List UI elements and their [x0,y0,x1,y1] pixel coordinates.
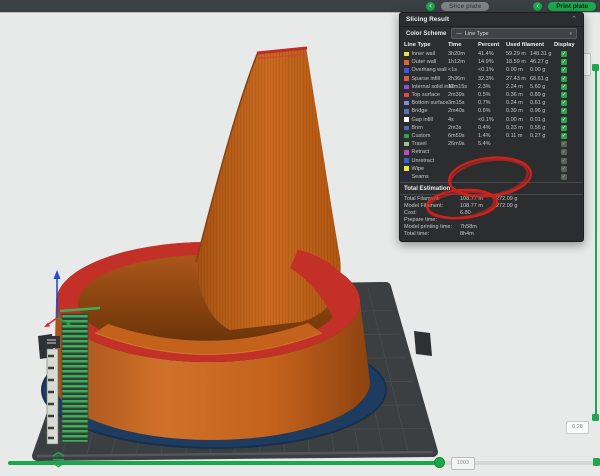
line-type-row: Retract ✓ [400,148,583,156]
total-estimation-title: Total Estimation [400,182,583,195]
slice-plate-button[interactable]: Slice plate [441,2,489,11]
display-checkbox[interactable]: ✓ [561,84,567,90]
color-scheme-dropdown[interactable]: — Line Type ▾ [451,28,577,39]
display-checkbox[interactable]: ✓ [561,158,567,164]
move-slider-end-handle[interactable] [593,458,600,466]
line-type-label: Wipe [412,166,425,172]
line-type-color-swatch [404,109,409,114]
layer-slider-top-handle[interactable] [592,64,599,71]
slice-dropdown-icon[interactable]: ‹ [426,2,435,11]
line-type-row: Inner wall 3h20m 41.4% 59.29 m 148.31 g … [400,50,583,58]
line-type-color-swatch [404,158,409,163]
panel-title: Slicing Result [406,16,449,23]
display-checkbox[interactable]: ✓ [561,141,567,147]
total-estimation-table: Total Filament: 108.77 m 272.09 g Model … [400,195,583,237]
line-type-label: Custom [412,133,431,139]
display-checkbox[interactable]: ✓ [561,149,567,155]
line-type-label: Bridge [412,108,428,114]
line-type-row: Custom 6m59s 1.4% 0.11 m 0.27 g ✓ [400,132,583,140]
display-checkbox[interactable]: ✓ [561,108,567,114]
total-row: Total time: 8h4m [400,230,583,237]
layer-slider-bottom-value: 0.28 [566,421,589,434]
line-type-label: Outer wall [412,59,437,65]
line-type-color-swatch [404,101,409,106]
line-type-row: Seams ✓ [400,173,583,181]
line-type-row: Internal solid infill 11m15s 2.3% 2.24 m… [400,83,583,91]
line-type-label: Gap infill [412,117,433,123]
print-dropdown-icon[interactable]: ‹ [533,2,542,11]
display-checkbox[interactable]: ✓ [561,117,567,123]
layer-slider-bottom-handle[interactable] [592,414,599,421]
display-checkbox[interactable]: ✓ [561,166,567,172]
line-type-row: Gap infill 4s <0.1% 0.00 m 0.01 g ✓ [400,116,583,124]
plate-side-tab-right [414,331,432,356]
slicing-result-panel: Slicing Result ⌃ Color Scheme — Line Typ… [399,12,584,242]
display-checkbox[interactable]: ✓ [561,133,567,139]
layer-slider-track[interactable] [595,70,597,418]
move-slider-handle[interactable] [434,457,445,468]
line-type-table: Inner wall 3h20m 41.4% 59.29 m 148.31 g … [400,50,583,181]
line-type-row: Overhang wall <1s <0.1% 0.00 m 0.00 g ✓ [400,66,583,74]
line-type-color-swatch [404,134,409,139]
line-type-color-swatch [404,52,409,57]
line-type-label: Top surface [412,92,440,98]
total-row: Cost: 6.80 [400,209,583,216]
side-ruler [45,336,60,444]
line-type-row: Bridge 2m40s 0.6% 0.39 m 0.96 g ✓ [400,107,583,115]
line-type-label: Sparse infill [412,76,440,82]
line-type-color-swatch [404,60,409,65]
total-row: Prepare time: [400,216,583,223]
display-checkbox[interactable]: ✓ [561,59,567,65]
color-scheme-label: Color Scheme [406,31,446,37]
move-slider-fill [8,461,440,465]
display-checkbox[interactable]: ✓ [561,174,567,180]
line-type-row: Travel 26m9s 5.4% ✓ [400,140,583,148]
line-type-label: Unretract [412,158,435,164]
total-row: Total Filament: 108.77 m 272.09 g [400,195,583,202]
line-type-label: Brim [412,125,423,131]
color-scheme-value: Line Type [465,30,489,38]
display-checkbox[interactable]: ✓ [561,67,567,73]
line-type-color-swatch [404,68,409,73]
line-type-label: Bottom surface [412,100,449,106]
line-type-row: Bottom surface 3m15s 0.7% 0.24 m 0.61 g … [400,99,583,107]
total-row: Model printing time: 7h58m [400,223,583,230]
display-checkbox[interactable]: ✓ [561,76,567,82]
line-type-color-swatch [404,175,409,180]
table-header: Line Type Time Percent Used filament Dis… [400,40,583,50]
move-slider-value: 1003 [451,457,475,470]
app-window: ‹ Slice plate ‹ Print plate [0,0,600,476]
line-type-label: Inner wall [412,51,436,57]
display-checkbox[interactable]: ✓ [561,100,567,106]
line-swatch-icon: — [456,30,462,38]
line-type-color-swatch [404,76,409,81]
line-type-row: Outer wall 1h12m 14.9% 18.59 m 46.27 g ✓ [400,58,583,66]
line-type-label: Overhang wall [412,67,447,73]
print-plate-button[interactable]: Print plate [548,2,596,11]
display-checkbox[interactable]: ✓ [561,92,567,98]
line-type-row: Brim 2m3s 0.4% 0.23 m 0.56 g ✓ [400,124,583,132]
line-type-color-swatch [404,126,409,131]
line-type-color-swatch [404,85,409,90]
line-type-color-swatch [404,142,409,147]
line-type-row: Top surface 2m39s 0.5% 0.36 m 0.89 g ✓ [400,91,583,99]
line-type-color-swatch [404,93,409,98]
line-type-label: Travel [412,141,427,147]
line-type-color-swatch [404,150,409,155]
line-type-color-swatch [404,117,409,122]
line-type-row: Unretract ✓ [400,156,583,164]
line-type-row: Wipe ✓ [400,165,583,173]
collapse-panel-icon[interactable]: ⌃ [571,16,577,23]
display-checkbox[interactable]: ✓ [561,125,567,131]
line-type-row: Sparse infill 2h36m 32.3% 27.43 m 68.61 … [400,75,583,83]
line-type-label: Retract [412,149,430,155]
total-row: Model Filament: 108.77 m 272.09 g [400,202,583,209]
chevron-down-icon: ▾ [569,30,572,38]
line-type-label: Seams [412,174,429,180]
display-checkbox[interactable]: ✓ [561,51,567,57]
line-type-color-swatch [404,166,409,171]
